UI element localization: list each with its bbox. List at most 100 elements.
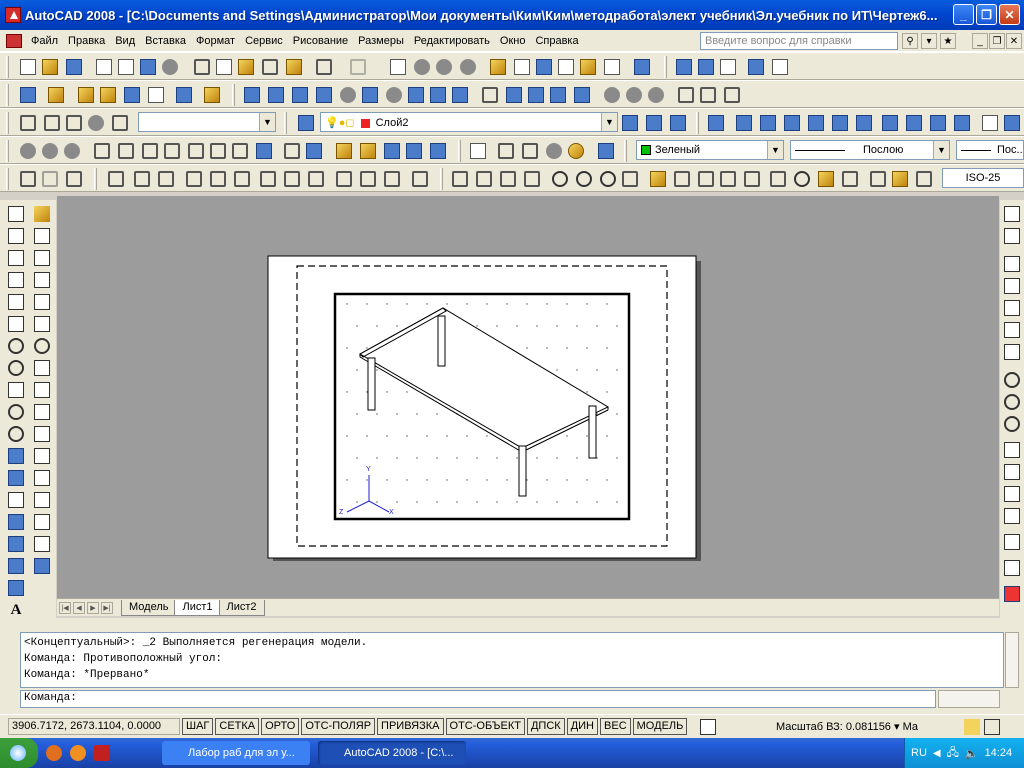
polysolid-icon[interactable]: [244, 87, 260, 103]
text-style-icon[interactable]: [748, 59, 764, 75]
extend-icon[interactable]: [34, 426, 50, 442]
command-scrollbar[interactable]: [1005, 632, 1019, 688]
undo-ucs-icon[interactable]: [20, 171, 36, 187]
copy-faces-icon[interactable]: [232, 143, 248, 159]
erase-icon[interactable]: [34, 206, 50, 222]
color-combo[interactable]: Зеленый ▼: [636, 140, 784, 160]
dimension-tb-icon[interactable]: [676, 59, 692, 75]
ucs-view2-icon[interactable]: [210, 171, 226, 187]
gradient-icon[interactable]: [8, 536, 24, 552]
solid-union-icon[interactable]: [20, 143, 36, 159]
render-env-icon[interactable]: [204, 87, 220, 103]
named-views-icon[interactable]: [708, 115, 724, 131]
fillet-icon[interactable]: [34, 536, 50, 552]
dim-text-edit-icon[interactable]: [892, 171, 908, 187]
jogged-linear-icon[interactable]: [842, 171, 858, 187]
radius-dim-icon[interactable]: [552, 171, 568, 187]
move-faces-icon[interactable]: [118, 143, 134, 159]
wedge-icon[interactable]: [292, 87, 308, 103]
table-style-icon[interactable]: [698, 59, 714, 75]
dimstyle-combo[interactable]: ISO-25: [942, 168, 1024, 188]
pyramid-icon[interactable]: [408, 87, 424, 103]
solid-intersect-icon[interactable]: [64, 143, 80, 159]
dim-space-icon[interactable]: [720, 171, 736, 187]
camera-icon[interactable]: [982, 115, 998, 131]
inspection-icon[interactable]: [818, 171, 834, 187]
ucs-apply2-icon[interactable]: [412, 171, 428, 187]
menu-modify[interactable]: Редактировать: [409, 35, 495, 47]
snap-tangent-icon[interactable]: [1004, 416, 1020, 432]
intersect-icon[interactable]: [648, 87, 664, 103]
ucs-view-icon[interactable]: [88, 115, 104, 131]
print-icon[interactable]: [96, 59, 112, 75]
delete-faces-icon[interactable]: [164, 143, 180, 159]
task-word-document[interactable]: Лабор раб для эл у...: [162, 741, 310, 765]
shell-icon[interactable]: [406, 143, 422, 159]
language-indicator[interactable]: RU: [911, 747, 927, 759]
color-faces-icon[interactable]: [256, 143, 272, 159]
box-icon[interactable]: [268, 87, 284, 103]
render-window-icon[interactable]: [176, 87, 192, 103]
insert-block-icon[interactable]: [8, 448, 24, 464]
network-icon[interactable]: 🖧: [947, 744, 959, 763]
extrude-faces-icon[interactable]: [94, 143, 110, 159]
document-menu-icon[interactable]: [6, 33, 22, 48]
save-icon[interactable]: [66, 59, 82, 75]
center-mark-icon[interactable]: [794, 171, 810, 187]
menu-edit[interactable]: Правка: [63, 35, 110, 47]
layout-sheet[interactable]: Y Z X: [57, 196, 999, 598]
match-properties-icon[interactable]: [262, 59, 278, 75]
zoom-previous-icon[interactable]: [460, 59, 476, 75]
ucs-zaxis-icon[interactable]: [260, 171, 276, 187]
solid-subtract-icon[interactable]: [42, 143, 58, 159]
snap-quadrant-icon[interactable]: [1004, 394, 1020, 410]
diameter-dim-icon[interactable]: [600, 171, 616, 187]
materials-icon[interactable]: [148, 87, 164, 103]
nw-iso-icon[interactable]: [954, 115, 970, 131]
command-input[interactable]: Команда:: [20, 690, 936, 708]
mail-icon[interactable]: [46, 745, 62, 761]
ucs-world-icon[interactable]: [44, 115, 60, 131]
chevron-down-icon[interactable]: ▼: [259, 113, 275, 131]
arc-length-icon[interactable]: [500, 171, 516, 187]
region-icon[interactable]: [8, 558, 24, 574]
layer-manager-icon[interactable]: [298, 115, 314, 131]
menu-tools[interactable]: Сервис: [240, 35, 288, 47]
arrow-icon[interactable]: ◀: [933, 748, 941, 759]
ne-iso-icon[interactable]: [930, 115, 946, 131]
trim-icon[interactable]: [34, 404, 50, 420]
continue-dim-icon[interactable]: [698, 171, 714, 187]
menu-window[interactable]: Окно: [495, 35, 531, 47]
temp-track-icon[interactable]: [1004, 206, 1020, 222]
make-layer-current-icon[interactable]: [622, 115, 638, 131]
aligned-dim-icon[interactable]: [476, 171, 492, 187]
snap-from-icon[interactable]: [1004, 228, 1020, 244]
snap-extension-icon[interactable]: [1004, 344, 1020, 360]
rectangle-icon[interactable]: [8, 294, 24, 310]
3d-dwf-icon[interactable]: [162, 59, 178, 75]
color-edges-icon[interactable]: [306, 143, 322, 159]
snap-endpoint-icon[interactable]: [1004, 256, 1020, 272]
hatch-icon[interactable]: [8, 514, 24, 530]
chevron-down-icon[interactable]: ▼: [933, 141, 949, 159]
3d-align-icon[interactable]: [724, 87, 740, 103]
imprint-icon[interactable]: [336, 143, 352, 159]
snap-nearest-icon[interactable]: [1004, 534, 1020, 550]
3d-orbit-icon[interactable]: [20, 87, 36, 103]
copy-icon[interactable]: [216, 59, 232, 75]
chevron-down-icon[interactable]: ▼: [601, 113, 617, 131]
ucs-origin2-icon[interactable]: [234, 171, 250, 187]
menu-format[interactable]: Формат: [191, 35, 240, 47]
ucs-3p2-icon[interactable]: [284, 171, 300, 187]
plot-style-icon[interactable]: [772, 59, 788, 75]
realistic-icon[interactable]: [546, 143, 562, 159]
rotate-icon[interactable]: [34, 338, 50, 354]
viewport-scale[interactable]: Масштаб ВЗ: 0.081156 ▾ Ма: [776, 720, 918, 733]
polyline-icon[interactable]: [8, 250, 24, 266]
menu-insert[interactable]: Вставка: [140, 35, 191, 47]
helix-icon[interactable]: [430, 87, 446, 103]
layer-combo[interactable]: 💡●◻ Слой2 ▼: [320, 112, 618, 132]
drawing-area[interactable]: Y Z X: [57, 196, 999, 598]
baseline-dim-icon[interactable]: [674, 171, 690, 187]
firefox-icon[interactable]: [70, 745, 86, 761]
